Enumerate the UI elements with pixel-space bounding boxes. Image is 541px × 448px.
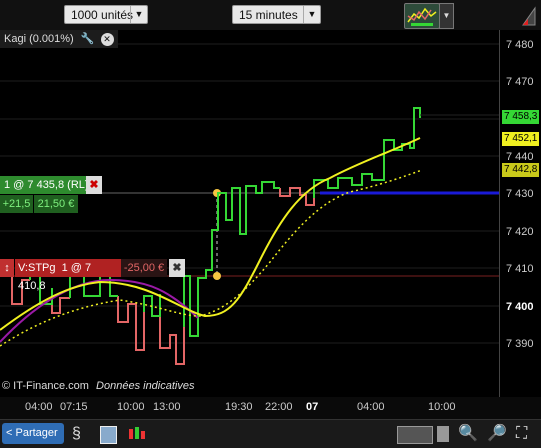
stop-anchor-dot bbox=[213, 272, 221, 280]
buy-order-label: 1 @ 7 435,8 (RL) bbox=[4, 179, 89, 191]
time-axis[interactable]: 04:00 07:15 10:00 13:00 19:30 22:00 07 0… bbox=[0, 397, 541, 419]
indicator-tools-icon[interactable] bbox=[404, 3, 440, 29]
x-tick: 22:00 bbox=[265, 401, 293, 413]
x-tick: 19:30 bbox=[225, 401, 253, 413]
close-stop-button[interactable]: ✖ bbox=[169, 259, 185, 277]
y-tick: 7 480 bbox=[506, 39, 534, 51]
chart-type-icon[interactable] bbox=[100, 426, 117, 444]
kagi-green-segment bbox=[313, 107, 421, 198]
fullscreen-icon[interactable]: ⛶ bbox=[516, 424, 536, 444]
scroll-bar[interactable] bbox=[397, 426, 433, 444]
zoom-out-icon[interactable]: 🔎 bbox=[487, 424, 507, 444]
share-button[interactable]: < Partager bbox=[2, 423, 64, 444]
indicator-panel-header: Kagi (0.001%) 🔧 ✕ bbox=[0, 30, 118, 48]
buy-pnl-points: +21,5 bbox=[0, 195, 33, 213]
ma-slow-badge: 7 442,8 bbox=[502, 163, 540, 177]
wrench-icon[interactable]: 🔧 bbox=[81, 30, 95, 48]
units-select[interactable]: 1000 unités ▼ bbox=[64, 5, 148, 24]
y-tick: 7 410 bbox=[506, 263, 534, 275]
y-tick: 7 470 bbox=[506, 76, 534, 88]
chevron-down-icon[interactable]: ▼ bbox=[303, 6, 320, 23]
x-tick: 10:00 bbox=[117, 401, 145, 413]
share-icon: < bbox=[6, 427, 13, 439]
magnet-icon[interactable]: § bbox=[72, 424, 90, 444]
indicator-title: Kagi (0.001%) bbox=[4, 33, 74, 45]
y-tick: 7 390 bbox=[506, 338, 534, 350]
x-tick: 07:15 bbox=[60, 401, 88, 413]
timeframe-select[interactable]: 15 minutes ▼ bbox=[232, 5, 321, 24]
bottom-toolbar: < Partager § 🔍 🔎 ⛶ bbox=[0, 419, 541, 448]
close-icon[interactable]: ✕ bbox=[100, 32, 114, 46]
zoom-icon[interactable]: 🔍 bbox=[458, 424, 478, 444]
y-tick: 7 400 bbox=[506, 301, 534, 313]
close-order-button[interactable]: ✖ bbox=[86, 176, 102, 194]
x-tick: 07 bbox=[306, 401, 319, 413]
x-tick: 13:00 bbox=[153, 401, 181, 413]
price-chart[interactable]: Kagi (0.001%) 🔧 ✕ 1 @ 7 435,8 (RL) ✖ +21… bbox=[0, 30, 499, 397]
buy-pnl-eur: 21,50 € bbox=[34, 195, 78, 213]
stop-pnl: -25,00 € bbox=[121, 259, 167, 277]
scroll-handle-icon[interactable] bbox=[437, 426, 449, 442]
top-toolbar: 1000 unités ▼ 15 minutes ▼ ▼ bbox=[0, 0, 541, 30]
y-tick: 7 430 bbox=[506, 188, 534, 200]
units-value: 1000 unités bbox=[71, 8, 134, 22]
ma-fast-badge: 7 452,1 bbox=[502, 132, 540, 146]
kagi-red-segment bbox=[117, 296, 145, 351]
ma-fast-line bbox=[0, 137, 421, 331]
price-axis[interactable]: 7 480 7 470 7 440 7 430 7 420 7 410 7 40… bbox=[499, 30, 541, 397]
x-tick: 10:00 bbox=[428, 401, 456, 413]
x-tick: 04:00 bbox=[25, 401, 53, 413]
disclaimer-text: Données indicatives bbox=[96, 380, 195, 392]
last-price-badge: 7 458,3 bbox=[502, 110, 540, 124]
stop-order-type: V:STPg bbox=[18, 262, 56, 274]
y-tick: 7 440 bbox=[506, 151, 534, 163]
timeframe-value: 15 minutes bbox=[239, 8, 298, 22]
y-tick: 7 420 bbox=[506, 226, 534, 238]
kagi-red-segment bbox=[159, 294, 185, 365]
signal-strength-icon bbox=[521, 6, 537, 26]
chevron-down-icon[interactable]: ▼ bbox=[439, 3, 454, 29]
chevron-down-icon[interactable]: ▼ bbox=[130, 6, 147, 23]
chart-canvas bbox=[0, 43, 499, 365]
drag-handle-icon[interactable]: ↕ bbox=[0, 259, 14, 277]
source-text: © IT-Finance.com Données indicatives bbox=[2, 380, 195, 392]
candles-icon[interactable] bbox=[127, 426, 147, 442]
x-tick: 04:00 bbox=[357, 401, 385, 413]
stop-order-tag[interactable]: V:STPg 1 @ 7 410,8 bbox=[15, 259, 121, 292]
